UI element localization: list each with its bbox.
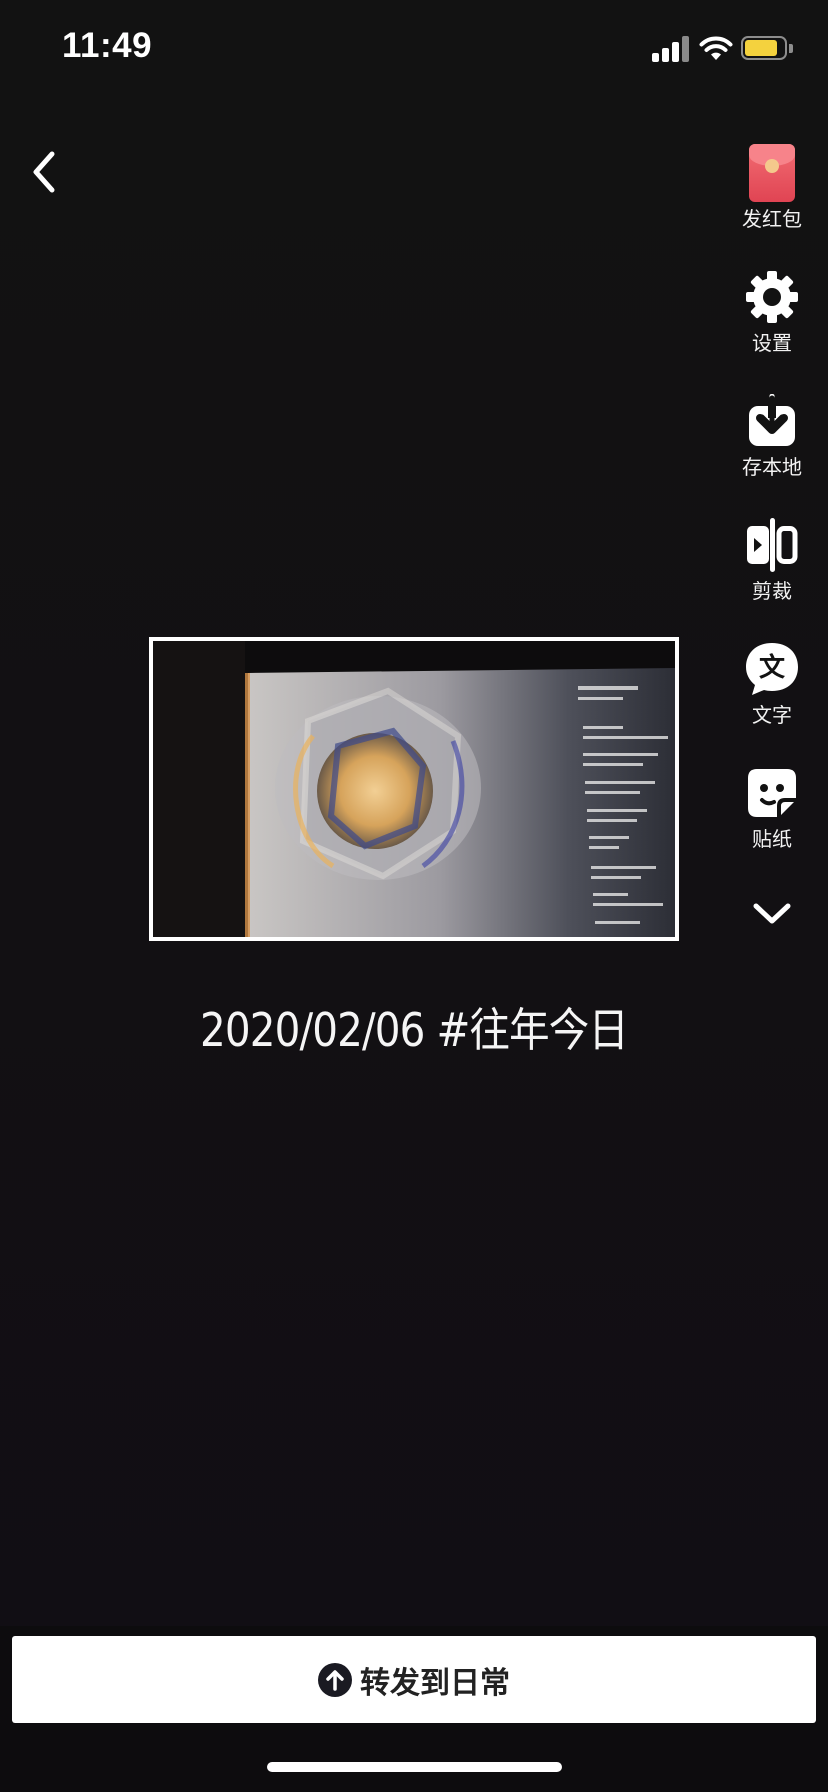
memory-photo[interactable] xyxy=(149,637,679,941)
svg-text:文: 文 xyxy=(759,652,786,683)
battery-icon xyxy=(741,36,787,60)
tool-label: 设置 xyxy=(752,331,792,355)
sticker-icon xyxy=(748,769,796,817)
crop-button[interactable]: 剪裁 xyxy=(730,516,814,604)
tool-label: 贴纸 xyxy=(752,827,792,851)
add-text-button[interactable]: 文 文字 xyxy=(730,640,814,728)
photo-image xyxy=(153,641,675,937)
save-local-button[interactable]: 存本地 xyxy=(730,392,814,480)
arrow-up-circle-icon xyxy=(318,1662,352,1697)
sticker-button[interactable]: 贴纸 xyxy=(730,764,814,852)
wifi-icon xyxy=(699,36,733,60)
tool-label: 存本地 xyxy=(742,455,802,479)
send-red-packet-button[interactable]: 发红包 xyxy=(730,144,814,232)
download-icon xyxy=(749,394,795,446)
tool-label: 文字 xyxy=(752,703,792,727)
cellular-signal-icon xyxy=(652,36,692,62)
battery-level xyxy=(745,40,778,56)
status-time: 11:49 xyxy=(62,26,153,65)
text-icon: 文 xyxy=(746,643,798,695)
status-bar: 11:49 xyxy=(0,0,828,100)
settings-button[interactable]: 设置 xyxy=(730,268,814,356)
more-tools-button[interactable] xyxy=(730,890,814,940)
chevron-left-icon xyxy=(33,151,55,193)
crop-icon xyxy=(747,518,798,572)
red-packet-icon xyxy=(749,144,795,202)
chevron-down-icon xyxy=(753,903,791,924)
tool-label: 剪裁 xyxy=(752,579,792,603)
home-indicator[interactable] xyxy=(267,1762,562,1772)
back-button[interactable] xyxy=(22,140,78,204)
forward-label: 转发到日常 xyxy=(360,1665,510,1701)
photo-caption: 2020/02/06 #往年今日 xyxy=(200,1003,629,1057)
gear-icon xyxy=(746,271,798,323)
tool-label: 发红包 xyxy=(742,207,802,231)
battery-cap xyxy=(789,44,793,53)
forward-to-daily-button[interactable]: 转发到日常 xyxy=(12,1636,816,1723)
